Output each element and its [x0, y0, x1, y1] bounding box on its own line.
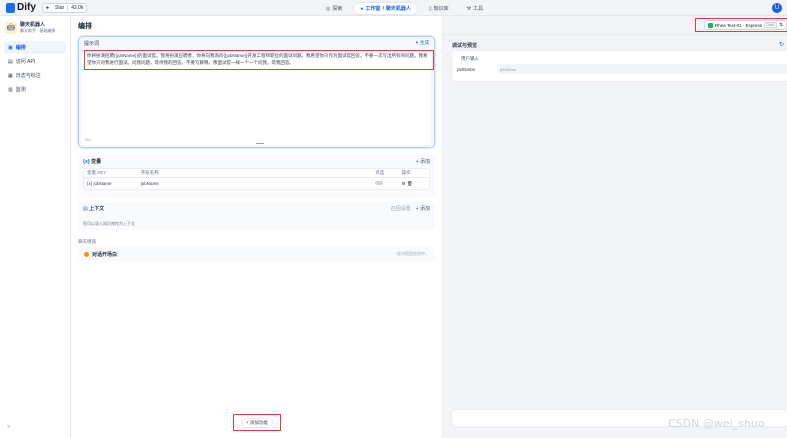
sidebar-item-api[interactable]: ▤ 访问 API: [4, 55, 66, 68]
variable-icon: {x}: [83, 159, 92, 165]
sidebar-menu: ▣ 编排 ▤ 访问 API ▦ 日志与标注 ▥ 监测: [0, 41, 70, 96]
refresh-icon[interactable]: ↻: [779, 41, 784, 48]
app-type: 聊天助手 · 基础编排: [20, 28, 56, 33]
prompt-editor-box: 提示词 ✦ 生成 你将扮演招聘{{jobName}}的面试官。我将扮演应聘者，你…: [78, 36, 435, 148]
resize-handle[interactable]: [256, 143, 264, 144]
user-input-card: 用户输入 jobName jobName: [452, 51, 787, 81]
terminal-icon: ▣: [8, 44, 13, 51]
model-tag: CHAT: [763, 22, 778, 28]
nav-knowledge[interactable]: ▯ 知识库: [423, 3, 455, 14]
context-card: ▤ 上下文 召回设置 + 添加 您可以导入知识库作为上下文: [78, 202, 435, 230]
model-selector-highlight: Rhea Text-01 · Express CHAT ⇅: [695, 18, 787, 32]
studio-icon: ●: [360, 5, 364, 12]
model-settings-icon: ⇅: [779, 22, 783, 27]
model-provider-icon: [708, 22, 713, 28]
prompt-header: 提示词 ✦ 生成: [79, 37, 434, 49]
variable-name[interactable]: jobName: [141, 181, 375, 186]
sidebar-item-orchestrate[interactable]: ▣ 编排: [4, 41, 66, 54]
variable-actions: ⚙ 🗑: [402, 181, 426, 187]
sidebar-item-monitor[interactable]: ▥ 监测: [4, 83, 66, 96]
optional-toggle[interactable]: [375, 181, 401, 186]
sidebar: 🤖 聊天机器人 聊天助手 · 基础编排 ▣ 编排 ▤ 访问 API ▦ 日志与标注 ▥…: [0, 16, 71, 438]
nav-explore[interactable]: ◎ 探索: [320, 3, 348, 14]
context-description: 您可以导入知识库作为上下文: [83, 221, 135, 226]
compass-icon: ◎: [326, 5, 331, 12]
jobname-input[interactable]: jobName: [497, 64, 787, 74]
dify-logo-icon: [6, 2, 15, 13]
watermark: CSDN @wei_shuo: [668, 417, 765, 430]
chart-icon: ▥: [8, 86, 13, 93]
file-list-icon: ▦: [8, 72, 13, 79]
debug-preview-panel: Rhea Text-01 · Express CHAT ⇅ 调试与预览 ↻ 用户…: [442, 16, 787, 438]
feature-opening-statement[interactable]: 对话开场白 在对话型应用中，: [78, 247, 435, 261]
generate-prompt-button[interactable]: ✦ 生成: [415, 40, 429, 46]
variables-card: {x} 变量 + 添加 变量 KEY 字段名称 可选 操作 {x} jobNam…: [78, 155, 435, 197]
user-avatar[interactable]: U: [772, 3, 782, 13]
divider: [443, 34, 787, 35]
add-variable-button[interactable]: + 添加: [416, 158, 430, 165]
table-row: {x} jobName jobName ⚙ 🗑: [84, 178, 429, 189]
trash-icon[interactable]: 🗑: [407, 181, 413, 186]
feature-hint: 在对话型应用中，: [397, 251, 429, 256]
model-selector[interactable]: Rhea Text-01 · Express CHAT ⇅: [704, 20, 787, 30]
nav-studio[interactable]: ● 工作室 / 聊天机器人: [354, 3, 417, 14]
variables-title: {x} 变量: [83, 159, 102, 165]
settings-icon[interactable]: ⚙: [402, 181, 406, 186]
variables-table: 变量 KEY 字段名称 可选 操作 {x} jobName jobName ⚙ …: [83, 168, 430, 190]
prompt-editor[interactable]: 你将扮演招聘{{jobName}}的面试官。我将扮演应聘者，你将向我询问{{jo…: [82, 49, 434, 145]
input-field-name: jobName: [457, 67, 476, 72]
api-icon: ▤: [8, 58, 13, 65]
prompt-label: 提示词: [84, 40, 100, 47]
variables-table-header: 变量 KEY 字段名称 可选 操作: [84, 169, 429, 178]
sidebar-item-logs[interactable]: ▦ 日志与标注: [4, 69, 66, 82]
nav-tools[interactable]: ⚒ 工具: [461, 3, 490, 14]
top-bar: Dify ● Star 42.0k ◎ 探索 ● 工作室 / 聊天机器人 ▯ 知识库 ⚒ 工…: [0, 0, 787, 16]
sidebar-collapse-button[interactable]: »: [7, 424, 10, 430]
user-input-label: 用户输入: [461, 56, 479, 61]
dify-logo[interactable]: Dify: [6, 2, 36, 13]
book-icon: ▯: [428, 5, 432, 12]
prompt-char-count: 152: [84, 137, 91, 142]
top-nav: ◎ 探索 ● 工作室 / 聊天机器人 ▯ 知识库 ⚒ 工具: [320, 3, 489, 14]
prompt-text[interactable]: 你将扮演招聘{{jobName}}的面试官。我将扮演应聘者，你将向我询问{{jo…: [84, 50, 434, 70]
app-robot-icon: 🤖: [5, 21, 17, 34]
app-name: 聊天机器人: [20, 22, 46, 28]
orchestrate-panel: 编排 提示词 ✦ 生成 你将扮演招聘{{jobName}}的面试官。我将扮演应聘…: [71, 16, 442, 438]
page-title: 编排: [78, 23, 92, 30]
github-icon: ●: [46, 5, 50, 11]
variable-key[interactable]: {x} jobName: [87, 181, 141, 186]
context-title: ▤ 上下文: [83, 206, 105, 212]
recall-settings-button[interactable]: 召回设置: [391, 205, 411, 212]
tools-icon: ⚒: [466, 5, 472, 12]
opening-statement-icon: [84, 251, 89, 257]
add-feature-button-highlight: + 添加功能: [233, 414, 281, 431]
add-context-button[interactable]: + 添加: [416, 205, 430, 212]
add-feature-button[interactable]: + 添加功能: [241, 417, 273, 428]
github-star-button[interactable]: ● Star 42.0k: [42, 3, 88, 13]
features-section-title: 聊天增强: [78, 239, 96, 244]
debug-title: 调试与预览: [452, 43, 478, 49]
app-header[interactable]: 🤖 聊天机器人 聊天助手 · 基础编排: [0, 16, 70, 39]
